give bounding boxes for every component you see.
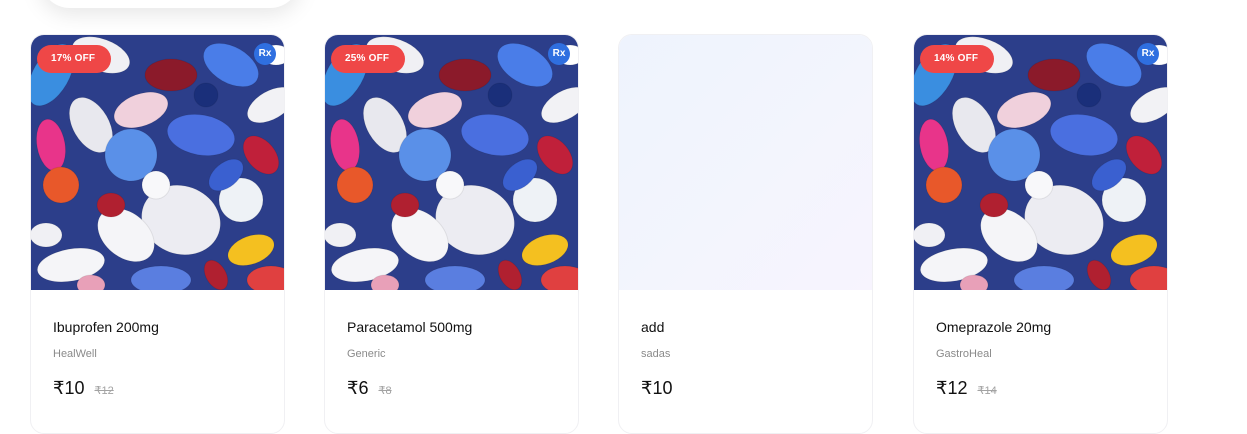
product-image[interactable]: 17% OFF Rx — [31, 35, 284, 290]
discount-badge: 14% OFF — [920, 45, 995, 73]
product-name[interactable]: Paracetamol 500mg — [347, 318, 556, 336]
product-price: ₹10 — [641, 378, 673, 398]
product-brand: HealWell — [53, 348, 97, 360]
product-brand: GastroHeal — [936, 348, 992, 360]
product-card[interactable]: 25% OFF Rx Paracetamol 500mg Generic ₹6 … — [324, 34, 579, 434]
product-mrp: ₹12 — [94, 385, 114, 397]
product-image[interactable]: 14% OFF Rx — [914, 35, 1167, 290]
product-price: ₹12 — [936, 378, 968, 398]
image-placeholder[interactable] — [619, 35, 872, 290]
pills-image — [325, 35, 578, 290]
rx-badge: Rx — [548, 43, 570, 65]
discount-badge: 25% OFF — [331, 45, 406, 73]
discount-badge: 17% OFF — [37, 45, 112, 73]
product-card[interactable]: 14% OFF Rx Omeprazole 20mg GastroHeal ₹1… — [913, 34, 1168, 434]
floating-panel-shadow — [40, 0, 300, 8]
rx-badge: Rx — [1137, 43, 1159, 65]
pills-image — [914, 35, 1167, 290]
product-price: ₹6 — [347, 378, 369, 398]
product-mrp: ₹8 — [378, 385, 392, 397]
product-name[interactable]: Ibuprofen 200mg — [53, 318, 262, 336]
product-image[interactable]: 25% OFF Rx — [325, 35, 578, 290]
product-name[interactable]: add — [641, 318, 850, 336]
product-card[interactable]: add sadas ₹10 — [618, 34, 873, 434]
product-brand: Generic — [347, 348, 386, 360]
product-name[interactable]: Omeprazole 20mg — [936, 318, 1145, 336]
product-grid: 17% OFF Rx Ibuprofen 200mg HealWell ₹10 … — [30, 34, 1169, 434]
product-card[interactable]: 17% OFF Rx Ibuprofen 200mg HealWell ₹10 … — [30, 34, 285, 434]
product-brand: sadas — [641, 348, 671, 360]
product-price: ₹10 — [53, 378, 85, 398]
product-mrp: ₹14 — [977, 385, 997, 397]
rx-badge: Rx — [254, 43, 276, 65]
pills-image — [31, 35, 284, 290]
